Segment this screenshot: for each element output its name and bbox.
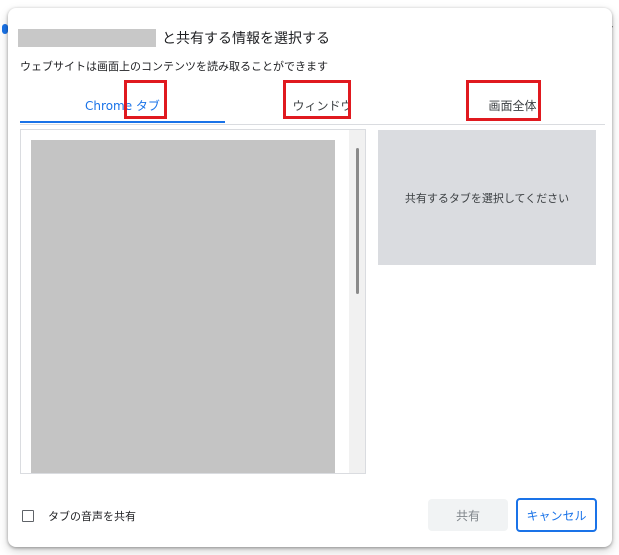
active-tab-indicator — [20, 121, 225, 123]
share-dialog: と共有する情報を選択する ウェブサイトは画面上のコンテンツを読み取ることができま… — [8, 8, 612, 547]
scrollbar-thumb[interactable] — [356, 148, 359, 294]
share-button[interactable]: 共有 — [428, 499, 508, 531]
preview-placeholder-text: 共有するタブを選択してください — [404, 191, 570, 205]
dialog-title: と共有する情報を選択する — [18, 28, 330, 48]
tab-list[interactable] — [20, 129, 366, 474]
dialog-subtitle: ウェブサイトは画面上のコンテンツを読み取ることができます — [20, 60, 328, 73]
cancel-button[interactable]: キャンセル — [516, 498, 597, 532]
share-audio-label: タブの音声を共有 — [48, 510, 136, 523]
tab-chrome-tabs[interactable]: Chrome タブ — [20, 86, 225, 124]
tab-window-label: ウィンドウ — [292, 98, 353, 113]
share-audio-option[interactable]: タブの音声を共有 — [22, 508, 136, 524]
source-tabs: Chrome タブ ウィンドウ 画面全体 — [20, 86, 605, 125]
tab-entire-screen[interactable]: 画面全体 — [420, 86, 605, 124]
tab-entire-screen-label: 画面全体 — [488, 98, 537, 113]
title-text: と共有する情報を選択する — [162, 31, 330, 47]
site-name-placeholder — [18, 29, 156, 47]
tab-chrome-tabs-label: Chrome タブ — [85, 98, 160, 113]
preview-panel: 共有するタブを選択してください — [378, 130, 596, 265]
share-audio-checkbox[interactable] — [22, 510, 34, 522]
tab-list-redacted-area — [31, 140, 335, 473]
tab-window[interactable]: ウィンドウ — [225, 86, 420, 124]
scrollbar[interactable] — [349, 130, 365, 473]
